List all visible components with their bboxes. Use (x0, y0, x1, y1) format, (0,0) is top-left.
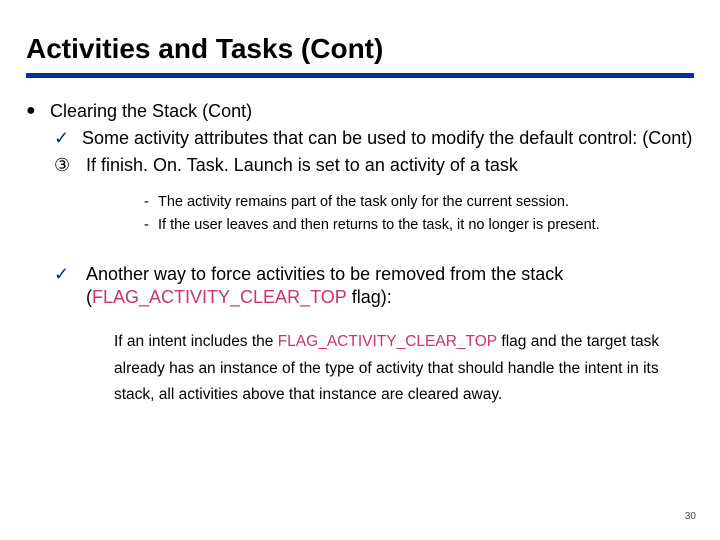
bullet-text: Another way to force activities to be re… (86, 263, 694, 309)
slide: Activities and Tasks (Cont) ● Clearing t… (0, 0, 720, 540)
bullet-dot-icon: ● (26, 100, 50, 122)
dash-item: - The activity remains part of the task … (144, 191, 694, 214)
dash-text: If the user leaves and then returns to t… (158, 214, 694, 237)
slide-title: Activities and Tasks (Cont) (26, 34, 694, 65)
title-underline (26, 73, 694, 78)
check-icon: ✓ (54, 127, 82, 150)
bullet-text: Some activity attributes that can be use… (82, 127, 694, 150)
text-fragment: flag): (347, 287, 392, 307)
bullet-text: If finish. On. Task. Launch is set to an… (86, 154, 694, 177)
flag-name: FLAG_ACTIVITY_CLEAR_TOP (92, 287, 347, 307)
bullet-text: Clearing the Stack (Cont) (50, 100, 694, 123)
check-icon: ✓ (54, 263, 86, 286)
dash-text: The activity remains part of the task on… (158, 191, 694, 214)
sub-dash-block: - The activity remains part of the task … (144, 191, 694, 237)
explanation-paragraph: If an intent includes the FLAG_ACTIVITY_… (114, 329, 694, 408)
text-fragment: If an intent includes the (114, 333, 278, 350)
dash-icon: - (144, 191, 158, 214)
flag-name: FLAG_ACTIVITY_CLEAR_TOP (278, 333, 497, 350)
dash-item: - If the user leaves and then returns to… (144, 214, 694, 237)
bullet-level1-numbered: ③ If finish. On. Task. Launch is set to … (54, 154, 694, 177)
content-area: ● Clearing the Stack (Cont) ✓ Some activ… (26, 100, 694, 409)
bullet-level1: ✓ Some activity attributes that can be u… (54, 127, 694, 150)
bullet-level1: ✓ Another way to force activities to be … (54, 263, 694, 309)
page-number: 30 (685, 511, 696, 522)
bullet-level0: ● Clearing the Stack (Cont) (26, 100, 694, 123)
circled-3-icon: ③ (54, 154, 86, 177)
dash-icon: - (144, 214, 158, 237)
